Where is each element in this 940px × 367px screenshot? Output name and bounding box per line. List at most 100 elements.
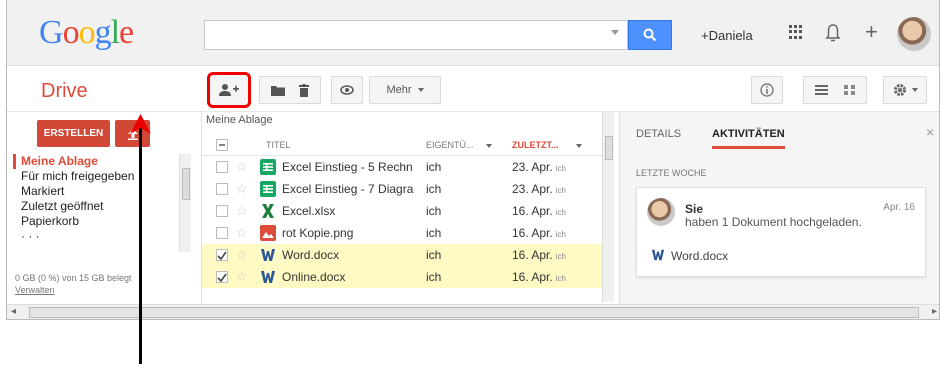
logo-letter: G: [39, 14, 64, 51]
chevron-right-icon[interactable]: ▸: [932, 306, 937, 317]
star-icon[interactable]: ☆: [236, 181, 248, 197]
sidebar-scrollbar[interactable]: [179, 154, 191, 252]
activity-file-link[interactable]: Word.docx: [671, 249, 728, 263]
table-row[interactable]: ☆ Online.docx ich 16. Apr. ich: [202, 266, 602, 288]
table-row[interactable]: ☆ Excel Einstieg - 5 Rechn ich 23. Apr. i…: [202, 156, 602, 178]
folder-icon[interactable]: [271, 85, 285, 96]
star-icon[interactable]: ☆: [236, 159, 248, 175]
file-modified-by: ich: [555, 274, 566, 283]
apps-icon[interactable]: [789, 25, 803, 39]
column-owner[interactable]: EIGENTÜ...: [426, 140, 474, 150]
row-checkbox[interactable]: [216, 183, 228, 195]
tab-activity[interactable]: AKTIVITÄTEN: [712, 128, 785, 149]
file-name[interactable]: Online.docx: [282, 270, 345, 284]
column-modified[interactable]: ZULETZT...: [512, 140, 559, 150]
file-date: 16. Apr. ich: [512, 270, 566, 284]
activity-date: Apr. 16: [883, 202, 915, 213]
file-list-scrollbar[interactable]: [602, 112, 614, 302]
file-date-value: 16. Apr.: [512, 270, 553, 284]
scrollbar-thumb[interactable]: [605, 136, 613, 160]
word-icon: [261, 249, 275, 261]
chevron-down-icon: [417, 88, 424, 92]
user-name-link[interactable]: +Daniela: [701, 28, 753, 43]
star-icon[interactable]: ☆: [236, 203, 248, 219]
column-title[interactable]: TITEL: [266, 140, 291, 150]
grid-view-icon[interactable]: [844, 85, 855, 95]
plus-icon[interactable]: +: [865, 19, 878, 45]
file-owner: ich: [426, 182, 442, 196]
create-button[interactable]: ERSTELLEN: [37, 120, 110, 147]
search-icon: [643, 28, 657, 42]
table-row[interactable]: ☆ Word.docx ich 16. Apr. ich: [202, 244, 602, 266]
horizontal-scrollbar[interactable]: ◂ ▸: [7, 304, 939, 319]
avatar: [647, 198, 675, 226]
more-button[interactable]: Mehr: [369, 76, 441, 104]
table-row[interactable]: ☆ Excel.xlsx ich 16. Apr. ich: [202, 200, 602, 222]
row-checkbox[interactable]: [216, 161, 228, 173]
star-icon[interactable]: ☆: [236, 269, 248, 285]
row-checkbox[interactable]: [216, 205, 228, 217]
table-row[interactable]: ☆ rot Kopie.png ich 16. Apr. ich: [202, 222, 602, 244]
chevron-left-icon[interactable]: ◂: [11, 306, 16, 317]
sidebar-item-my-drive[interactable]: Meine Ablage: [13, 154, 181, 169]
manage-storage-link[interactable]: Verwalten: [15, 284, 132, 296]
search-input[interactable]: [204, 20, 628, 50]
chevron-down-icon[interactable]: [576, 140, 582, 150]
list-view-icon[interactable]: [815, 85, 828, 95]
row-checkbox[interactable]: [216, 249, 228, 261]
details-toggle-button[interactable]: [751, 76, 783, 104]
row-checkbox[interactable]: [216, 227, 228, 239]
sidebar-item-trash[interactable]: Papierkorb: [13, 214, 181, 229]
file-date-value: 23. Apr.: [512, 160, 553, 174]
file-date: 16. Apr. ich: [512, 204, 566, 218]
bell-icon[interactable]: [825, 23, 841, 43]
storage-usage: 0 GB (0 %) von 15 GB belegt: [15, 273, 132, 283]
settings-button[interactable]: [883, 76, 927, 104]
sidebar-item-shared[interactable]: Für mich freigegeben: [13, 169, 181, 184]
search-button[interactable]: [628, 20, 672, 50]
file-modified-by: ich: [555, 164, 566, 173]
select-all-checkbox[interactable]: [216, 139, 228, 151]
share-button[interactable]: [207, 72, 251, 108]
file-list-header: TITEL EIGENTÜ... ZULETZT...: [202, 134, 602, 156]
file-date: 16. Apr. ich: [512, 248, 566, 262]
arrow-head-icon: [130, 114, 151, 134]
scrollbar-thumb[interactable]: [29, 307, 919, 318]
avatar[interactable]: [897, 17, 931, 51]
eye-icon: [340, 85, 354, 95]
trash-icon[interactable]: [299, 83, 309, 97]
table-row[interactable]: ☆ Excel Einstieg - 7 Diagra ich 23. Apr.…: [202, 178, 602, 200]
file-modified-by: ich: [555, 208, 566, 217]
drive-toolbar: Drive Mehr: [7, 66, 939, 112]
file-name[interactable]: Excel.xlsx: [282, 204, 335, 218]
file-name[interactable]: rot Kopie.png: [282, 226, 353, 240]
sidebar-item-more[interactable]: · · ·: [13, 229, 181, 244]
chevron-down-icon[interactable]: [486, 140, 492, 150]
file-name[interactable]: Excel Einstieg - 5 Rechn: [282, 160, 413, 174]
word-icon: [651, 249, 665, 261]
file-name[interactable]: Word.docx: [282, 248, 339, 262]
tab-details[interactable]: DETAILS: [636, 128, 681, 140]
folder-trash-button-group: [259, 76, 321, 104]
preview-button[interactable]: [331, 76, 363, 104]
google-logo[interactable]: Google: [39, 14, 134, 52]
page-title[interactable]: Drive: [41, 80, 88, 103]
file-modified-by: ich: [555, 230, 566, 239]
close-icon[interactable]: ×: [926, 124, 934, 140]
info-icon: [760, 83, 774, 97]
breadcrumb[interactable]: Meine Ablage: [206, 114, 273, 126]
scrollbar-thumb[interactable]: [182, 168, 190, 200]
activity-user: Sie: [685, 202, 704, 216]
logo-letter: e: [119, 14, 134, 51]
excel-icon: [262, 204, 274, 218]
star-icon[interactable]: ☆: [236, 225, 248, 241]
search-options-icon[interactable]: [611, 30, 619, 35]
file-name[interactable]: Excel Einstieg - 7 Diagra: [282, 182, 413, 196]
sidebar-item-recent[interactable]: Zuletzt geöffnet: [13, 199, 181, 214]
logo-letter: l: [110, 14, 121, 51]
sidebar-item-starred[interactable]: Markiert: [13, 184, 181, 199]
chevron-down-icon: [911, 88, 918, 92]
more-label: Mehr: [386, 84, 412, 96]
row-checkbox[interactable]: [216, 271, 228, 283]
star-icon[interactable]: ☆: [236, 247, 248, 263]
